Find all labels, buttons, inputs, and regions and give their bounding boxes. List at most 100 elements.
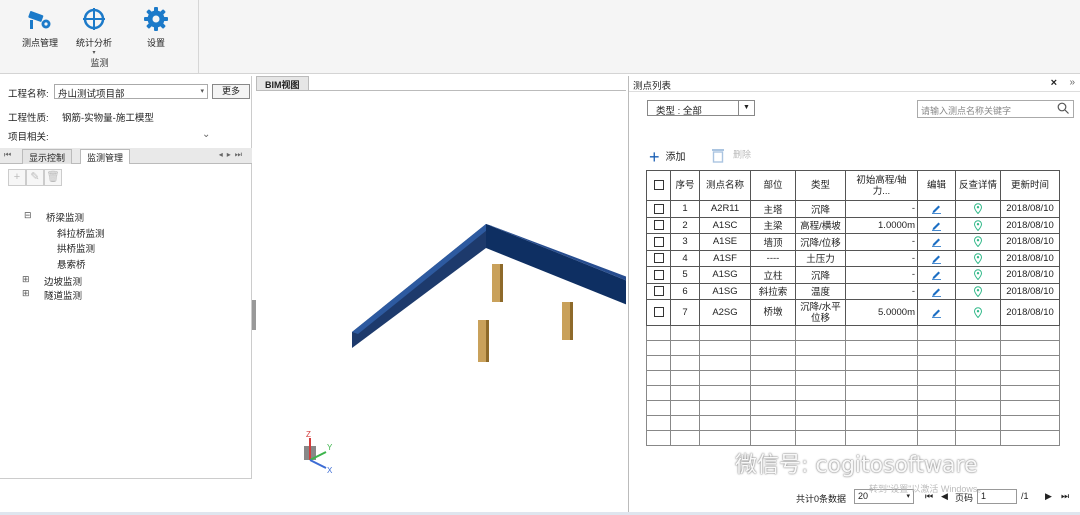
cell-type: 沉降 xyxy=(795,200,846,218)
empty-cell xyxy=(1000,340,1060,356)
edit-icon[interactable] xyxy=(917,200,956,218)
location-pin-icon[interactable] xyxy=(955,216,1001,234)
empty-cell xyxy=(699,325,751,341)
table-row[interactable]: 6 A1SG 斜拉索 温度 - 2018/08/10 xyxy=(646,282,1060,300)
row-checkbox[interactable] xyxy=(646,200,671,218)
point-manage-label: 测点管理 xyxy=(21,38,58,48)
expand-icon[interactable]: ⌄ xyxy=(202,129,210,140)
empty-cell xyxy=(646,340,671,356)
statistics-button[interactable]: 统计分析 ▾ xyxy=(72,6,116,56)
empty-cell xyxy=(955,385,1001,401)
cell-name: A1SF xyxy=(699,249,751,267)
tab-nav-icons[interactable]: ◂▸⏭ xyxy=(219,150,246,160)
location-pin-icon[interactable] xyxy=(955,200,1001,218)
tree-item-slope[interactable]: 边坡监测 xyxy=(44,274,82,288)
point-manage-button[interactable]: 测点管理 xyxy=(18,6,62,49)
empty-cell xyxy=(845,400,918,416)
empty-cell xyxy=(670,430,700,446)
search-icon[interactable] xyxy=(1057,102,1069,114)
tree-item-tunnel[interactable]: 隧道监测 xyxy=(44,288,82,302)
cell-type: 沉降/位移 xyxy=(795,233,846,251)
collapse-icon[interactable]: ⊟ xyxy=(24,210,32,221)
edit-icon[interactable] xyxy=(917,266,956,284)
edit-icon[interactable] xyxy=(917,233,956,251)
collapse-panel-icon[interactable]: » xyxy=(1069,77,1075,88)
delete-icon[interactable]: 🗑 xyxy=(44,169,62,186)
project-name-label: 工程名称: xyxy=(8,89,49,100)
row-checkbox[interactable] xyxy=(646,282,671,300)
tree-item-arch[interactable]: 拱桥监测 xyxy=(57,241,95,255)
location-pin-icon[interactable] xyxy=(955,266,1001,284)
trash-icon xyxy=(712,149,724,163)
location-pin-icon[interactable] xyxy=(955,282,1001,300)
tree-item-bridge[interactable]: 桥梁监测 xyxy=(46,210,84,224)
location-pin-icon[interactable] xyxy=(955,249,1001,267)
row-checkbox[interactable] xyxy=(646,216,671,234)
edit-icon[interactable] xyxy=(917,282,956,300)
table-row[interactable]: 5 A1SG 立柱 沉降 - 2018/08/10 xyxy=(646,266,1060,284)
row-checkbox[interactable] xyxy=(646,233,671,251)
empty-cell xyxy=(917,355,956,371)
add-icon[interactable]: + xyxy=(8,169,26,186)
table-row[interactable]: 2 A1SC 主梁 高程/横坡 1.0000m 2018/08/10 xyxy=(646,216,1060,234)
edit-icon[interactable] xyxy=(917,249,956,267)
settings-button[interactable]: 设置 xyxy=(134,6,178,49)
bim-view: BIM视图 Z Y X xyxy=(256,76,626,512)
tab-monitor-manage[interactable]: 监测管理 xyxy=(80,149,131,164)
next-page-icon[interactable]: ▶ xyxy=(1045,491,1052,502)
last-page-icon[interactable]: ⏭ xyxy=(1061,491,1069,502)
col-edit: 编辑 xyxy=(917,170,956,201)
axis-y-label: Y xyxy=(327,443,333,452)
edit-icon[interactable] xyxy=(917,216,956,234)
expand-icon[interactable]: ⊞ xyxy=(22,274,30,285)
page-total: /1 xyxy=(1021,491,1029,501)
tree-item-cable-stayed[interactable]: 斜拉桥监测 xyxy=(57,226,105,240)
empty-row xyxy=(646,415,1060,431)
row-checkbox[interactable] xyxy=(646,266,671,284)
location-pin-icon[interactable] xyxy=(955,233,1001,251)
type-filter-select[interactable]: 类型 : 全部 ▼ xyxy=(647,100,755,117)
axis-z-label: Z xyxy=(306,430,311,439)
tab-display-control[interactable]: 显示控制 xyxy=(22,149,73,164)
row-checkbox[interactable] xyxy=(646,299,671,326)
empty-cell xyxy=(795,415,846,431)
cell-no: 6 xyxy=(670,282,700,300)
tree-item-suspension[interactable]: 悬索桥 xyxy=(57,257,86,271)
empty-row xyxy=(646,385,1060,401)
table-row[interactable]: 7 A2SG 桥墩 沉降/水平位移 5.0000m 2018/08/10 xyxy=(646,299,1060,326)
empty-cell xyxy=(795,370,846,386)
cell-name: A2R11 xyxy=(699,200,751,218)
add-button[interactable]: + 添加 xyxy=(649,147,686,168)
row-checkbox[interactable] xyxy=(646,249,671,267)
table-row[interactable]: 1 A2R11 主塔 沉降 - 2018/08/10 xyxy=(646,200,1060,218)
more-button[interactable]: 更多 xyxy=(212,84,250,99)
column-3 xyxy=(478,320,489,362)
empty-cell xyxy=(845,430,918,446)
close-icon[interactable]: × xyxy=(1051,77,1057,89)
select-all-checkbox[interactable] xyxy=(646,170,671,201)
empty-cell xyxy=(699,430,751,446)
bim-tab[interactable]: BIM视图 xyxy=(256,76,309,90)
cell-updated: 2018/08/10 xyxy=(1000,200,1060,218)
project-name-select[interactable]: 舟山测试项目部 ▾ xyxy=(54,84,208,100)
table-row[interactable]: 3 A1SE 墙顶 沉降/位移 - 2018/08/10 xyxy=(646,233,1060,251)
location-pin-icon[interactable] xyxy=(955,299,1001,326)
empty-cell xyxy=(795,340,846,356)
empty-cell xyxy=(917,325,956,341)
expand-icon[interactable]: ⊞ xyxy=(22,288,30,299)
cell-type: 沉降 xyxy=(795,266,846,284)
empty-cell xyxy=(670,415,700,431)
column-2 xyxy=(562,302,573,340)
edit-icon[interactable] xyxy=(917,299,956,326)
empty-cell xyxy=(795,355,846,371)
column-1 xyxy=(492,264,503,302)
search-input[interactable]: 请输入测点名称关键字 xyxy=(917,100,1074,118)
tab-first-icon[interactable]: ⏮ xyxy=(4,150,11,160)
delete-button[interactable]: 删除 xyxy=(711,147,751,163)
edit-icon[interactable]: ✎ xyxy=(26,169,44,186)
delete-label: 删除 xyxy=(733,149,752,160)
empty-cell xyxy=(670,325,700,341)
dropdown-arrow-icon: ▾ xyxy=(92,50,96,56)
table-row[interactable]: 4 A1SF ---- 土压力 - 2018/08/10 xyxy=(646,249,1060,267)
empty-cell xyxy=(750,385,796,401)
